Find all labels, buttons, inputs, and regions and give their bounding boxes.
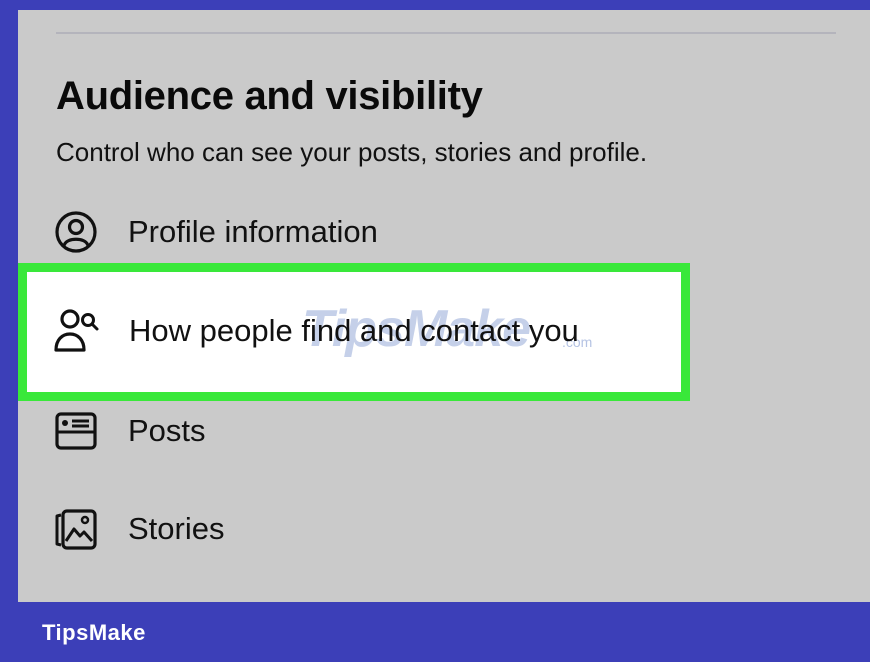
image-frame: Audience and visibility Control who can … xyxy=(0,0,870,662)
menu-item-label: Stories xyxy=(128,511,225,546)
section-subtitle: Control who can see your posts, stories … xyxy=(56,137,648,167)
menu-item-posts[interactable]: Posts xyxy=(18,395,870,465)
posts-card-icon xyxy=(52,407,100,455)
section-title: Audience and visibility xyxy=(56,74,483,118)
menu-item-stories[interactable]: Stories xyxy=(18,493,870,563)
profile-circle-icon xyxy=(52,208,100,256)
settings-screen: Audience and visibility Control who can … xyxy=(18,10,870,602)
stories-image-icon xyxy=(52,505,100,553)
footer-brand-logo: TipsMake xyxy=(42,620,146,645)
menu-item-label: Profile information xyxy=(128,214,378,249)
menu-item-profile-information[interactable]: Profile information xyxy=(18,196,870,266)
menu-item-label: Posts xyxy=(128,413,206,448)
menu-item-label: How people find and contact you xyxy=(129,313,579,348)
section-divider xyxy=(56,32,836,34)
people-search-icon xyxy=(52,304,104,360)
menu-item-how-people-find-and-contact-you[interactable]: TipsMake .com How people find and contac… xyxy=(18,263,690,401)
